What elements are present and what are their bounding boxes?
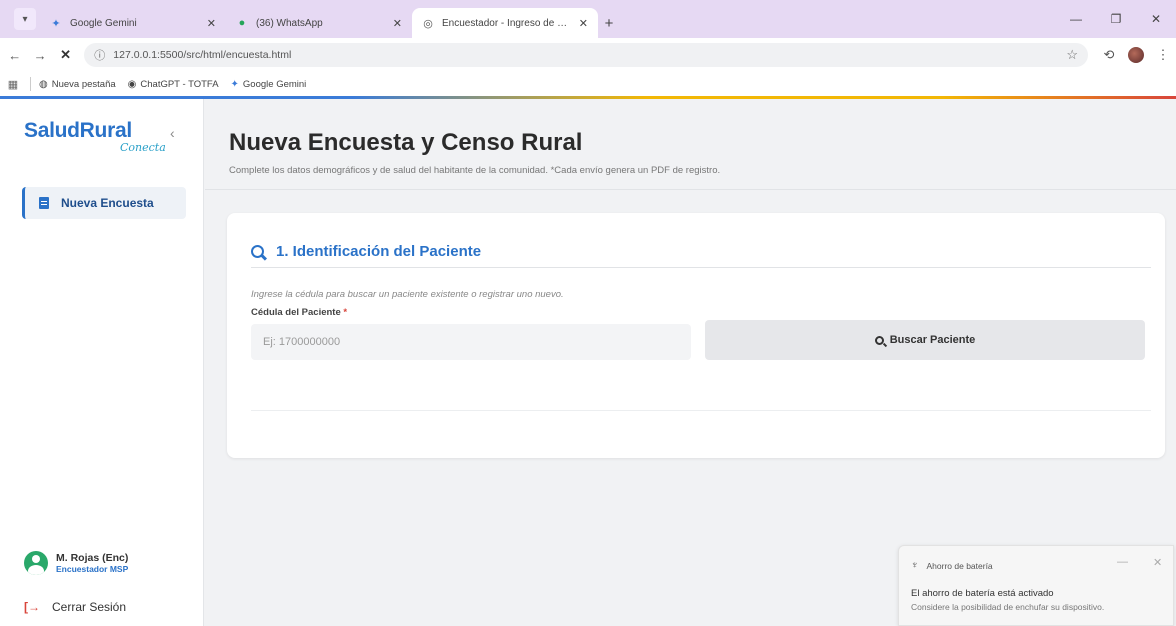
gemini-icon: ✦ <box>51 17 61 30</box>
user-role: Encuestador MSP <box>56 564 129 574</box>
section-title: 1. Identificación del Paciente <box>251 243 481 260</box>
cedula-label-text: Cédula del Paciente <box>251 307 341 318</box>
cedula-input[interactable] <box>251 324 691 360</box>
restore-icon[interactable]: ❐ <box>1096 12 1136 26</box>
extensions-icon[interactable]: ⟲ <box>1096 47 1122 63</box>
whatsapp-icon: ● <box>238 17 246 29</box>
logout-button[interactable]: [→ Cerrar Sesión <box>24 600 126 614</box>
bookmark-nueva-pestana[interactable]: ◍ Nueva pestaña <box>39 79 116 90</box>
page-icon: ◎ <box>423 17 433 30</box>
battery-saver-icon: ♆ <box>911 560 919 571</box>
bookmark-label: Google Gemini <box>242 78 307 90</box>
hint-text: Ingrese la cédula para buscar un pacient… <box>251 289 564 300</box>
logo-tagline: Conecta <box>120 141 166 154</box>
close-icon[interactable]: ✕ <box>1153 556 1162 569</box>
notification-header: ♆ Ahorro de batería <box>911 560 993 571</box>
sidebar: SaludRural Conecta ‹ Nueva Encuesta M. R… <box>0 99 204 626</box>
page-title: Nueva Encuesta y Censo Rural <box>229 129 583 156</box>
tab-google-gemini[interactable]: ✦ Google Gemini ✕ <box>40 8 226 38</box>
cedula-label: Cédula del Paciente * <box>251 307 347 318</box>
divider <box>251 410 1151 411</box>
search-button-label: Buscar Paciente <box>889 334 976 346</box>
browser-toolbar: ← → ✕ ⓘ 127.0.0.1:5500/src/html/encuesta… <box>0 38 1176 72</box>
search-icon <box>251 245 264 258</box>
url-text[interactable]: 127.0.0.1:5500/src/html/encuesta.html <box>113 49 1066 61</box>
tab-whatsapp[interactable]: ● (36) WhatsApp ✕ <box>226 8 412 38</box>
app-logo: SaludRural Conecta <box>24 119 166 154</box>
divider <box>30 77 31 91</box>
search-icon <box>874 335 884 345</box>
document-icon <box>39 197 49 209</box>
tab-title: Encuestador - Ingreso de Datos <box>442 17 573 29</box>
profile-avatar-icon[interactable] <box>1127 47 1144 63</box>
close-icon[interactable]: ✕ <box>207 17 216 30</box>
bookmarks-bar: ▦ ◍ Nueva pestaña ◉ ChatGPT - TOTFA ✦ Go… <box>0 72 1176 96</box>
toolbar-actions: ⟲ ⋮ <box>1096 47 1176 63</box>
divider <box>251 267 1151 268</box>
window-controls: — ❐ ✕ <box>1056 0 1176 38</box>
notification-app: Ahorro de batería <box>926 560 993 571</box>
divider <box>205 189 1176 190</box>
browser-tab-bar: ▾ ✦ Google Gemini ✕ ● (36) WhatsApp ✕ ◎ … <box>0 0 1176 38</box>
gemini-icon: ✦ <box>230 78 239 90</box>
sidebar-item-nueva-encuesta[interactable]: Nueva Encuesta <box>22 187 186 219</box>
notification-title: El ahorro de batería está activado <box>911 588 1054 599</box>
page-subtitle: Complete los datos demográficos y de sal… <box>229 165 721 176</box>
search-patient-button[interactable]: Buscar Paciente <box>705 320 1145 360</box>
sidebar-item-label: Nueva Encuesta <box>61 196 154 210</box>
new-tab-button[interactable]: + <box>598 8 620 38</box>
tab-title: Google Gemini <box>70 17 137 29</box>
close-icon[interactable]: ✕ <box>393 17 402 30</box>
bookmark-star-icon[interactable]: ☆ <box>1066 47 1078 63</box>
notification-body: Considere la posibilidad de enchufar su … <box>911 602 1105 612</box>
required-asterisk: * <box>343 307 348 318</box>
menu-kebab-icon[interactable]: ⋮ <box>1150 47 1176 63</box>
chevron-left-icon[interactable]: ‹ <box>170 125 175 141</box>
section-title-text: 1. Identificación del Paciente <box>276 243 482 260</box>
bookmark-label: Nueva pestaña <box>51 78 116 90</box>
logo-text: SaludRural <box>24 119 132 142</box>
battery-saver-notification[interactable]: ♆ Ahorro de batería — ✕ El ahorro de bat… <box>898 545 1174 626</box>
tab-title: (36) WhatsApp <box>256 17 323 29</box>
stop-loading-icon[interactable]: ✕ <box>55 47 76 63</box>
bookmark-chatgpt[interactable]: ◉ ChatGPT - TOTFA <box>128 79 219 90</box>
patient-identification-card: 1. Identificación del Paciente Ingrese l… <box>227 213 1165 458</box>
logout-label: Cerrar Sesión <box>52 600 127 614</box>
site-info-icon[interactable]: ⓘ <box>94 47 105 63</box>
user-name: M. Rojas (Enc) <box>56 552 129 564</box>
close-icon[interactable]: ✕ <box>579 17 588 30</box>
user-avatar-icon <box>24 551 48 575</box>
apps-grid-icon[interactable]: ▦ <box>0 78 26 91</box>
chatgpt-icon: ◉ <box>127 78 137 90</box>
bookmark-google-gemini[interactable]: ✦ Google Gemini <box>231 79 307 90</box>
tab-search-chevron-icon[interactable]: ▾ <box>14 8 36 30</box>
user-profile: M. Rojas (Enc) Encuestador MSP <box>24 551 128 575</box>
forward-icon[interactable]: → <box>29 48 50 63</box>
address-bar[interactable]: ⓘ 127.0.0.1:5500/src/html/encuesta.html … <box>84 43 1088 67</box>
back-icon[interactable]: ← <box>4 48 25 63</box>
close-window-icon[interactable]: ✕ <box>1136 12 1176 26</box>
globe-icon: ◍ <box>39 78 48 90</box>
user-info: M. Rojas (Enc) Encuestador MSP <box>56 552 128 574</box>
bookmark-label: ChatGPT - TOTFA <box>140 78 219 90</box>
minimize-icon[interactable]: — <box>1056 12 1096 26</box>
logout-icon: [→ <box>24 600 40 614</box>
tab-encuestador[interactable]: ◎ Encuestador - Ingreso de Datos ✕ <box>412 8 598 38</box>
minimize-icon[interactable]: — <box>1117 556 1128 568</box>
